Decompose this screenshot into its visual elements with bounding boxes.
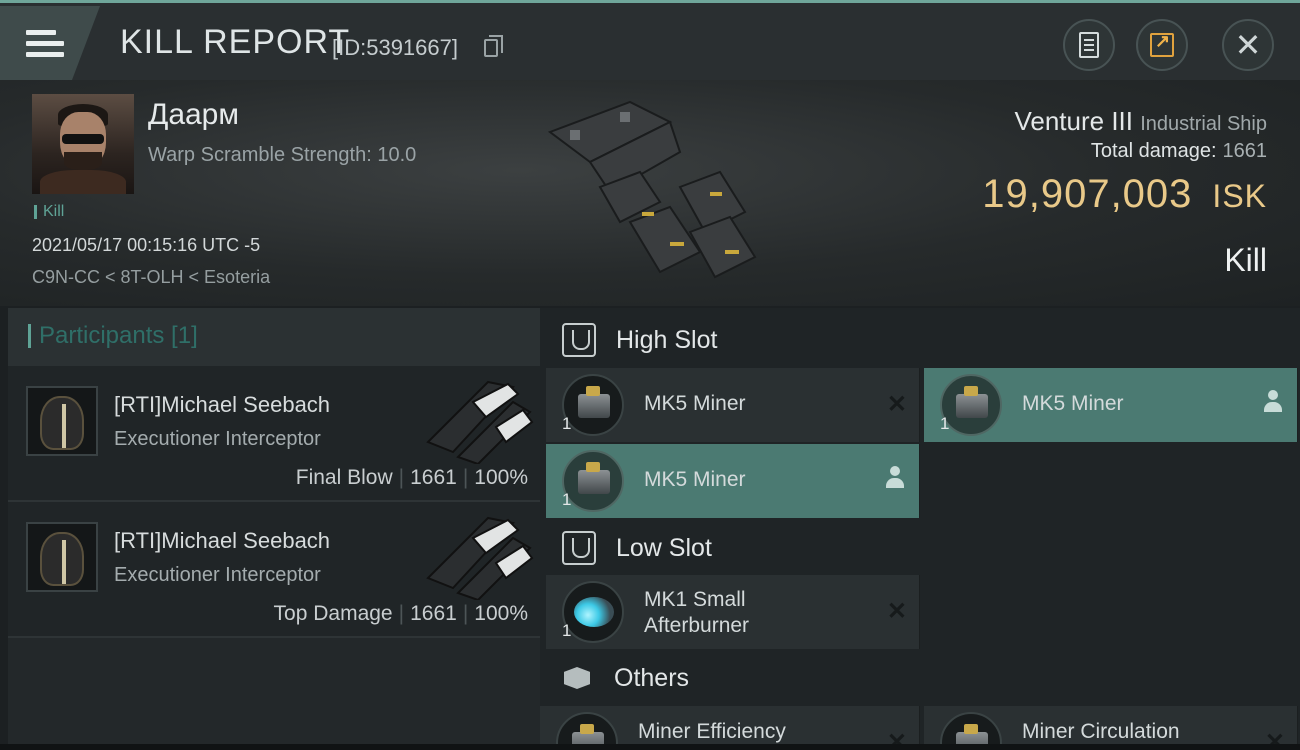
isk-value: 19,907,003 [982,172,1193,216]
participant-ship-image [426,516,534,600]
isk-unit: ISK [1212,178,1267,214]
module-slot[interactable]: 1 MK5 Miner [546,444,920,518]
ship-type: Industrial Ship [1140,113,1267,135]
participant-row[interactable]: [RTI]Michael Seebach Executioner Interce… [8,366,540,502]
victim-name[interactable]: Даарм [148,98,239,132]
ship-image [547,100,757,279]
others-header: Others [540,646,1300,710]
isk-value-line: 19,907,003 ISK [982,172,1267,217]
low-slot-icon [562,531,596,565]
x-icon: ✕ [886,391,907,418]
module-name: MK1 Small Afterburner [644,587,749,639]
kill-report-window: KILL REPORT [ID:5391667] ✕ Даарм Warp Sc… [0,0,1300,750]
module-name: MK5 Miner [644,468,746,491]
module-name-line1: MK1 Small [644,588,746,611]
participants-header: Participants [1] [8,308,540,366]
low-slot-title: Low Slot [616,533,712,562]
ship-name[interactable]: Venture III [1014,106,1133,136]
total-damage: Total damage: 1661 [1091,140,1267,163]
module-quantity: 1 [940,414,950,433]
participant-role: Top Damage [273,602,393,625]
module-slot[interactable]: 1 MK1 Small Afterburner ✕ [546,575,920,649]
share-icon [1150,31,1174,57]
module-quantity: 1 [562,414,572,433]
participant-avatar[interactable] [26,386,98,456]
participant-damage: 1661 [410,602,457,625]
warp-scramble-strength: Warp Scramble Strength: 10.0 [148,144,417,166]
participant-avatar[interactable] [26,522,98,592]
participant-ship: Executioner Interceptor [114,428,321,450]
close-icon: ✕ [1234,27,1262,63]
module-quantity: 1 [562,490,572,509]
participant-name[interactable]: [RTI]Michael Seebach [114,392,330,418]
menu-button[interactable] [0,6,100,80]
victim-summary: Даарм Warp Scramble Strength: 10.0 Kill … [0,80,1300,306]
share-button[interactable] [1136,19,1188,71]
fittings-panel: High Slot 1 MK5 Miner ✕ 1 MK5 Miner 1 MK… [540,308,1300,750]
high-slot-icon [562,323,596,357]
participant-damage: 1661 [410,466,457,489]
participants-panel: Participants [1] [RTI]Michael Seebach Ex… [8,308,540,750]
ship-name-line: Venture III Industrial Ship [1014,106,1267,137]
kill-tag: Kill [34,204,64,220]
title-bar: KILL REPORT [ID:5391667] ✕ [0,0,1300,80]
module-quantity: 1 [562,621,572,640]
x-icon: ✕ [886,598,907,625]
pilot-icon [885,466,905,490]
participants-title: Participants [1] [28,324,198,348]
module-slot[interactable]: 1 MK5 Miner ✕ [546,368,920,442]
high-slot-title: High Slot [616,325,718,354]
total-damage-label: Total damage: [1090,140,1217,162]
copy-icon[interactable] [484,35,503,57]
report-button[interactable] [1063,19,1115,71]
low-slot-header: Low Slot [540,516,1300,580]
module-name-line2: Afterburner [644,614,750,637]
participant-name[interactable]: [RTI]Michael Seebach [114,528,330,554]
total-damage-value: 1661 [1222,140,1268,162]
participant-role: Final Blow [295,466,393,489]
module-name: MK5 Miner [1022,392,1124,415]
victim-avatar[interactable] [32,94,134,194]
module-name: MK5 Miner [644,392,746,415]
module-name: Miner Efficiency [638,720,786,743]
module-name: Miner Circulation [1022,720,1180,743]
participant-percent: 100% [474,466,528,489]
kill-result: Kill [1224,242,1267,278]
kill-location: C9N-CC < 8T-OLH < Esoteria [32,267,271,287]
high-slot-header: High Slot [540,308,1300,372]
participant-stats: Final Blow | 1661 | 100% [295,466,528,489]
document-icon [1079,32,1099,58]
report-id: [ID:5391667] [332,35,458,60]
bottom-edge [0,744,1300,750]
module-slot[interactable]: 1 MK5 Miner [924,368,1298,442]
participant-percent: 100% [474,602,528,625]
others-title: Others [614,663,690,692]
menu-icon [26,30,64,57]
page-title: KILL REPORT [120,23,351,61]
participant-ship: Executioner Interceptor [114,564,321,586]
others-box-icon [562,663,594,693]
participant-stats: Top Damage | 1661 | 100% [273,602,528,625]
pilot-icon [1263,390,1283,414]
participant-ship-image [426,380,534,464]
kill-datetime: 2021/05/17 00:15:16 UTC -5 [32,235,261,255]
close-button[interactable]: ✕ [1222,19,1274,71]
participant-row[interactable]: [RTI]Michael Seebach Executioner Interce… [8,502,540,638]
